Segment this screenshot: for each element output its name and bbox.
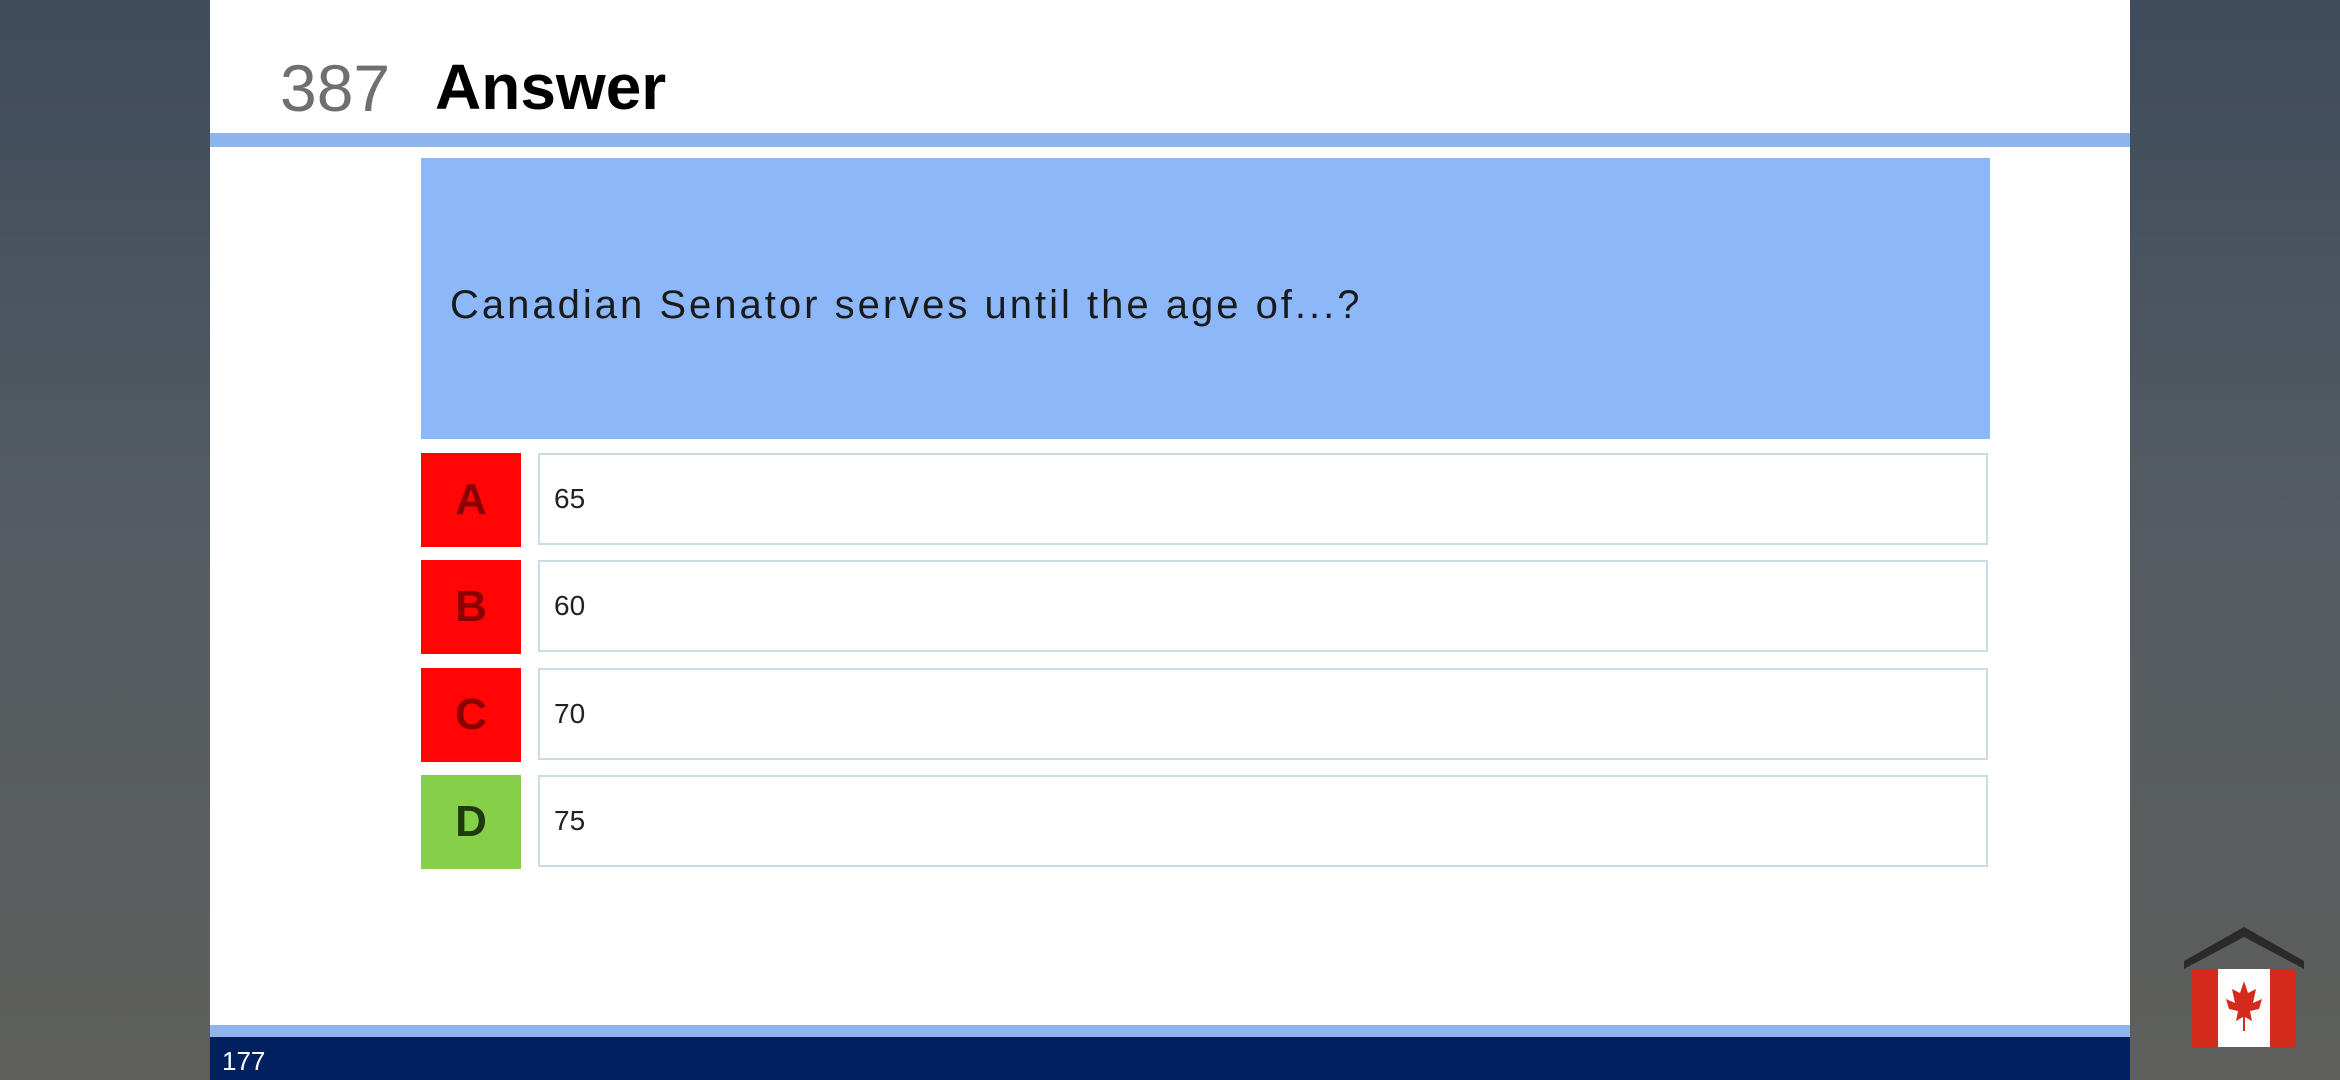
footer-bar (210, 1037, 2130, 1080)
slide-title: Answer (435, 51, 667, 123)
question-text: Canadian Senator serves until the age of… (450, 283, 1363, 327)
option-d-letter: D (421, 775, 521, 869)
question-number: 387 (280, 51, 391, 125)
option-d-answer: 75 (538, 775, 1988, 867)
page-number: 177 (222, 1046, 266, 1076)
option-b-letter: B (421, 560, 521, 654)
option-c-letter: C (421, 668, 521, 762)
house-canada-flag-icon (2182, 925, 2306, 1047)
title-divider (210, 133, 2130, 147)
option-c-answer: 70 (538, 668, 1988, 760)
option-a-answer: 65 (538, 453, 1988, 545)
footer-accent-bar (210, 1025, 2130, 1037)
quiz-slide: 387 Answer Canadian Senator serves until… (210, 0, 2130, 1080)
option-b-answer: 60 (538, 560, 1988, 652)
option-a-letter: A (421, 453, 521, 547)
